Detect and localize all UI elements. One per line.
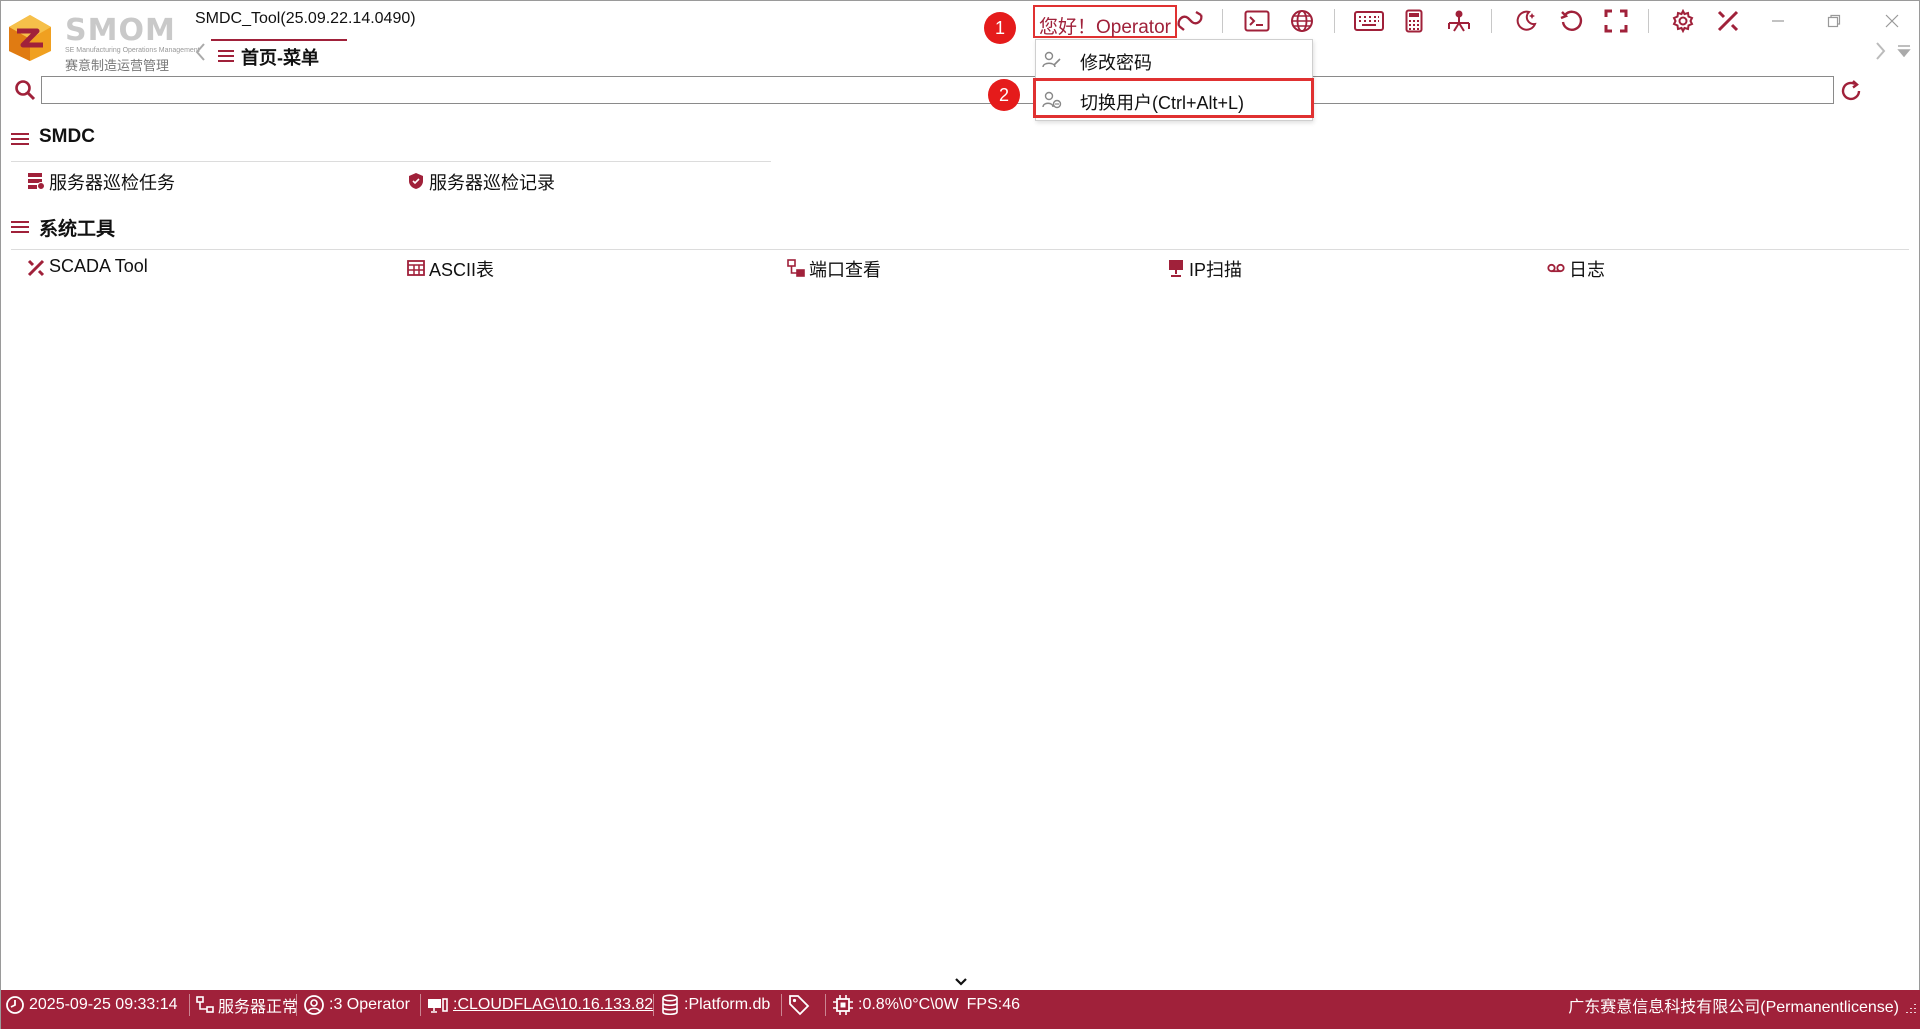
logo-hexagon-icon (9, 15, 51, 61)
resize-grip-icon[interactable] (1905, 1002, 1917, 1014)
server-status-text: 服务器正常 (218, 999, 299, 1016)
status-tag[interactable] (788, 990, 814, 1020)
brand-chinese: 赛意制造运营管理 (65, 58, 170, 73)
tools-icon[interactable] (1713, 7, 1743, 35)
app-window: SMOM SE Manufacturing Operations Managem… (0, 0, 1920, 1029)
network-icon[interactable] (1444, 7, 1474, 35)
datetime-text: 2025-09-25 09:33:14 (29, 996, 178, 1013)
status-user[interactable]: :3 Operator (303, 990, 410, 1020)
brand-text: SMOM (65, 13, 176, 48)
menu-item-switch-user[interactable]: 切换用户(Ctrl+Alt+L) (1036, 82, 1312, 118)
status-divider (189, 994, 190, 1016)
minimize-icon[interactable] (1763, 9, 1793, 33)
menu-item-label: 服务器巡检记录 (429, 173, 555, 193)
search-input[interactable] (41, 76, 1834, 104)
user-greeting-button[interactable]: 您好！Operator (1033, 5, 1177, 38)
status-divider (825, 994, 826, 1016)
tab-home-menu[interactable]: 首页-菜单 (211, 39, 347, 68)
keyboard-icon[interactable] (1354, 7, 1384, 35)
monitor-icon (1169, 260, 1183, 277)
status-divider (296, 994, 297, 1016)
user-dropdown-menu: 修改密码 切换用户(Ctrl+Alt+L) (1035, 39, 1313, 121)
tab-scroll-left-icon[interactable] (193, 41, 209, 63)
tag-icon (789, 995, 810, 1016)
section-title: 系统工具 (39, 219, 116, 240)
gear-icon[interactable] (1668, 7, 1698, 35)
menu-item-label: ASCII表 (429, 260, 495, 280)
restore-icon[interactable] (1819, 9, 1849, 33)
menu-item-label: 修改密码 (1080, 53, 1152, 73)
tab-label: 首页-菜单 (241, 48, 319, 68)
menu-item-label: 切换用户(Ctrl+Alt+L) (1080, 93, 1245, 113)
toolbar-divider (1334, 9, 1335, 33)
toolbar-divider (1491, 9, 1492, 33)
section-divider (11, 249, 1909, 250)
moon-icon[interactable] (1511, 7, 1541, 35)
switch-user-icon (1042, 91, 1062, 109)
status-divider (653, 994, 654, 1016)
company-license-text: 广东赛意信息科技有限公司(Permanentlicense) (1568, 999, 1899, 1016)
tab-list-dropdown-icon[interactable] (1897, 45, 1911, 57)
menu-icon (218, 50, 234, 62)
brand-subtitle: SE Manufacturing Operations Management (65, 47, 200, 54)
menu-item-label: 端口查看 (809, 260, 881, 280)
calculator-icon[interactable] (1399, 7, 1429, 35)
menu-item-change-password[interactable]: 修改密码 (1036, 42, 1312, 78)
computer-icon (428, 998, 448, 1013)
status-metrics: :0.8%\0°C\0W FPS:46 (832, 990, 1020, 1020)
status-server: 服务器正常 (196, 990, 298, 1020)
undo-icon[interactable] (1556, 7, 1586, 35)
fullscreen-icon[interactable] (1601, 7, 1631, 35)
port-icon (787, 259, 805, 277)
tools-icon (27, 259, 45, 277)
menu-item-label: 日志 (1569, 260, 1605, 280)
status-datetime: 2025-09-25 09:33:14 (5, 990, 178, 1020)
section-header-smdc[interactable]: SMDC (11, 126, 211, 152)
status-bar: 2025-09-25 09:33:14 服务器正常 :3 Operator :C… (1, 990, 1920, 1029)
status-company: 广东赛意信息科技有限公司(Permanentlicense) (1568, 990, 1899, 1020)
refresh-icon[interactable] (1839, 79, 1863, 103)
menu-item-label: 服务器巡检任务 (49, 173, 175, 193)
section-title: SMDC (39, 126, 95, 147)
globe-icon[interactable] (1287, 7, 1317, 35)
search-icon (15, 80, 36, 101)
toolbar-divider (1648, 9, 1649, 33)
clock-icon (6, 996, 24, 1014)
step-badge-2: 2 (988, 79, 1020, 111)
cpu-icon (833, 995, 853, 1015)
user-circle-icon (304, 995, 324, 1015)
app-title: SMDC_Tool(25.09.22.14.0490) (195, 10, 416, 27)
fps-text: FPS:46 (966, 996, 1021, 1013)
menu-icon (11, 221, 29, 233)
terminal-icon[interactable] (1242, 7, 1272, 35)
metrics-text: :0.8%\0°C\0W (858, 996, 959, 1013)
app-logo: SMOM SE Manufacturing Operations Managem… (7, 11, 200, 73)
user-text: :3 Operator (329, 996, 410, 1013)
table-icon (407, 260, 425, 276)
menu-item-label: SCADA Tool (49, 256, 148, 276)
chevron-down-icon[interactable] (953, 977, 969, 987)
status-divider (781, 994, 782, 1016)
toolbar-divider (1222, 9, 1223, 33)
step-badge-1: 1 (984, 12, 1016, 44)
database-text: :Platform.db (684, 996, 771, 1013)
status-database[interactable]: :Platform.db (660, 990, 770, 1020)
server-task-icon (28, 173, 45, 190)
status-host[interactable]: :CLOUDFLAG\10.16.133.82 (427, 990, 653, 1020)
shield-icon (409, 173, 423, 189)
section-header-system-tools[interactable]: 系统工具 (11, 214, 211, 240)
tape-icon (1547, 263, 1565, 273)
menu-item-label: IP扫描 (1189, 260, 1243, 280)
menu-icon (11, 133, 29, 145)
status-divider (420, 994, 421, 1016)
close-icon[interactable] (1877, 9, 1907, 33)
host-text: :CLOUDFLAG\10.16.133.82 (453, 996, 654, 1013)
edit-user-icon (1042, 51, 1061, 68)
server-network-icon (196, 996, 214, 1013)
link-icon[interactable] (1175, 7, 1205, 35)
tab-scroll-right-icon[interactable] (1873, 41, 1887, 61)
section-divider (11, 161, 771, 162)
database-icon (662, 994, 678, 1016)
